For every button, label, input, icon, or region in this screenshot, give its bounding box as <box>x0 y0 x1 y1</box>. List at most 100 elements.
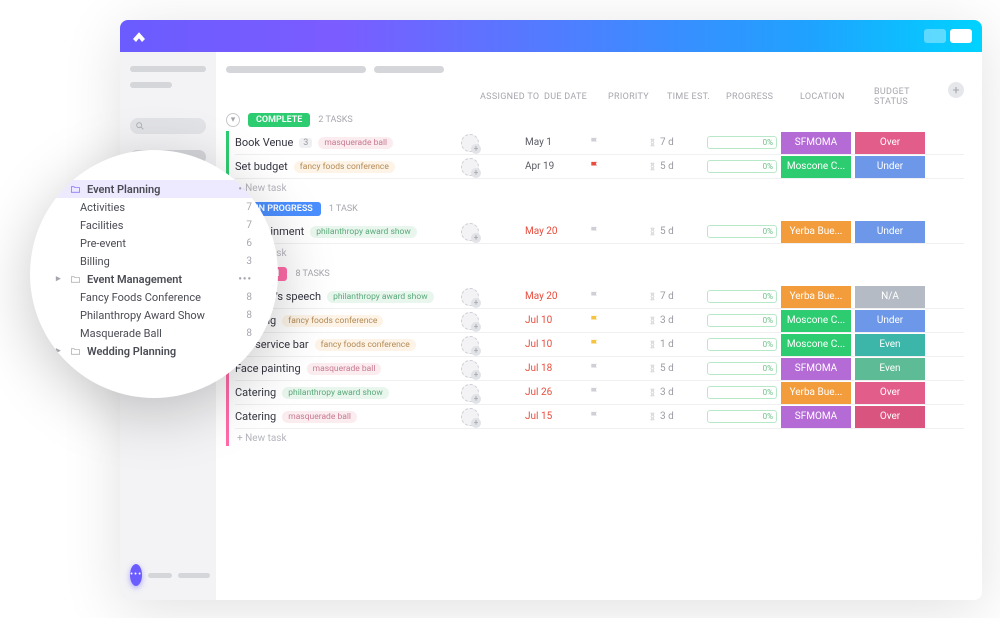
time-estimate[interactable]: 1 d <box>648 339 703 350</box>
budget-cell[interactable]: Under <box>855 310 925 332</box>
topbar-button-b[interactable] <box>950 29 972 43</box>
priority-flag-icon[interactable] <box>589 338 600 349</box>
chat-icon[interactable]: ••• <box>130 564 142 586</box>
sidebar-folder[interactable]: ▸ Event Management ••• <box>56 270 252 288</box>
location-cell[interactable]: Moscone C... <box>781 310 851 332</box>
due-date[interactable]: Jul 10 <box>525 315 585 326</box>
task-tag[interactable]: fancy foods conference <box>315 339 416 351</box>
time-estimate[interactable]: 3 d <box>648 315 703 326</box>
budget-cell[interactable]: N/A <box>855 286 925 308</box>
budget-cell[interactable]: Over <box>855 406 925 428</box>
progress-bar[interactable]: 0% <box>707 362 777 375</box>
progress-bar[interactable]: 0% <box>707 314 777 327</box>
more-icon[interactable]: ••• <box>238 274 252 285</box>
task-row[interactable]: Entertainment philanthropy award show Ma… <box>235 220 964 244</box>
progress-bar[interactable]: 0% <box>707 338 777 351</box>
priority-flag-icon[interactable] <box>589 386 600 397</box>
location-cell[interactable]: Yerba Bue... <box>781 221 851 243</box>
progress-bar[interactable]: 0% <box>707 386 777 399</box>
task-row[interactable]: Catering philanthropy award show Jul 26 … <box>235 381 964 405</box>
task-row[interactable]: Sponsor's speech philanthropy award show… <box>235 285 964 309</box>
task-row[interactable]: Catering masquerade ball Jul 15 3 d 0% S… <box>235 405 964 429</box>
location-cell[interactable]: Moscone C... <box>781 156 851 178</box>
task-row[interactable]: Full service bar fancy foods conference … <box>235 333 964 357</box>
location-cell[interactable]: Yerba Bue... <box>781 286 851 308</box>
sidebar-list-item[interactable]: Activities 7 <box>56 198 252 216</box>
task-title[interactable]: Catering <box>235 410 276 423</box>
col-budget[interactable]: BUDGET STATUS <box>874 87 944 107</box>
task-tag[interactable]: fancy foods conference <box>282 315 383 327</box>
task-row[interactable]: Book Venue 3 masquerade ball May 1 7 d 0… <box>235 131 964 155</box>
task-tag[interactable]: masquerade ball <box>318 137 393 149</box>
assignee-add[interactable] <box>461 384 479 402</box>
col-assigned[interactable]: ASSIGNED TO <box>480 92 540 102</box>
task-row[interactable]: Catering fancy foods conference Jul 10 3… <box>235 309 964 333</box>
sidebar-list-item[interactable]: Billing 3 <box>56 252 252 270</box>
sidebar-list-item[interactable]: Philanthropy Award Show 8 <box>56 306 252 324</box>
col-est[interactable]: TIME EST. <box>667 92 722 102</box>
task-tag[interactable]: masquerade ball <box>307 363 382 375</box>
priority-flag-icon[interactable] <box>589 410 600 421</box>
priority-flag-icon[interactable] <box>589 136 600 147</box>
col-priority[interactable]: PRIORITY <box>608 92 663 102</box>
collapse-icon[interactable]: ▾ <box>226 113 240 127</box>
col-due[interactable]: DUE DATE <box>544 92 604 102</box>
time-estimate[interactable]: 7 d <box>648 137 703 148</box>
due-date[interactable]: May 20 <box>525 226 585 237</box>
location-cell[interactable]: Yerba Bue... <box>781 382 851 404</box>
col-location[interactable]: LOCATION <box>800 92 870 102</box>
task-row[interactable]: Set budget fancy foods conference Apr 19… <box>235 155 964 179</box>
due-date[interactable]: Jul 10 <box>525 339 585 350</box>
location-cell[interactable]: SFMOMA <box>781 406 851 428</box>
status-pill[interactable]: COMPLETE <box>248 113 310 127</box>
task-tag[interactable]: philanthropy award show <box>327 291 434 303</box>
time-estimate[interactable]: 3 d <box>648 411 703 422</box>
budget-cell[interactable]: Even <box>855 334 925 356</box>
priority-flag-icon[interactable] <box>589 225 600 236</box>
sidebar-folder[interactable]: ▸ Event Planning ••• <box>50 180 258 198</box>
location-cell[interactable]: SFMOMA <box>781 358 851 380</box>
location-cell[interactable]: Moscone C... <box>781 334 851 356</box>
time-estimate[interactable]: 5 d <box>648 363 703 374</box>
task-title[interactable]: Face painting <box>235 362 301 375</box>
task-title[interactable]: Set budget <box>235 160 288 173</box>
col-progress[interactable]: PROGRESS <box>726 92 796 102</box>
assignee-add[interactable] <box>461 312 479 330</box>
new-task-button[interactable]: + New task <box>235 179 964 196</box>
task-tag[interactable]: philanthropy award show <box>310 226 417 238</box>
assignee-add[interactable] <box>461 288 479 306</box>
due-date[interactable]: Apr 19 <box>525 161 585 172</box>
budget-cell[interactable]: Over <box>855 132 925 154</box>
task-tag[interactable]: fancy foods conference <box>294 161 395 173</box>
priority-flag-icon[interactable] <box>589 290 600 301</box>
new-task-button[interactable]: + New task <box>235 244 964 261</box>
due-date[interactable]: May 20 <box>525 291 585 302</box>
topbar-button-a[interactable] <box>924 29 946 43</box>
sidebar-list-item[interactable]: Masquerade Ball 8 <box>56 324 252 342</box>
due-date[interactable]: May 1 <box>525 137 585 148</box>
sidebar-list-item[interactable]: Pre-event 6 <box>56 234 252 252</box>
assignee-add[interactable] <box>461 134 479 152</box>
subtask-count[interactable]: 3 <box>299 138 312 148</box>
due-date[interactable]: Jul 26 <box>525 387 585 398</box>
assignee-add[interactable] <box>461 223 479 241</box>
sidebar-list-item[interactable]: Facilities 7 <box>56 216 252 234</box>
sidebar-list-item[interactable]: Fancy Foods Conference 8 <box>56 288 252 306</box>
time-estimate[interactable]: 3 d <box>648 387 703 398</box>
task-row[interactable]: Face painting masquerade ball Jul 18 5 d… <box>235 357 964 381</box>
budget-cell[interactable]: Under <box>855 221 925 243</box>
budget-cell[interactable]: Even <box>855 358 925 380</box>
progress-bar[interactable]: 0% <box>707 160 777 173</box>
progress-bar[interactable]: 0% <box>707 136 777 149</box>
task-title[interactable]: Book Venue <box>235 136 293 149</box>
due-date[interactable]: Jul 18 <box>525 363 585 374</box>
assignee-add[interactable] <box>461 360 479 378</box>
task-title[interactable]: Catering <box>235 386 276 399</box>
task-tag[interactable]: masquerade ball <box>282 411 357 423</box>
time-estimate[interactable]: 5 d <box>648 226 703 237</box>
sidebar-folder[interactable]: ▸ Wedding Planning <box>56 342 252 360</box>
assignee-add[interactable] <box>461 408 479 426</box>
time-estimate[interactable]: 5 d <box>648 161 703 172</box>
location-cell[interactable]: SFMOMA <box>781 132 851 154</box>
priority-flag-icon[interactable] <box>589 362 600 373</box>
